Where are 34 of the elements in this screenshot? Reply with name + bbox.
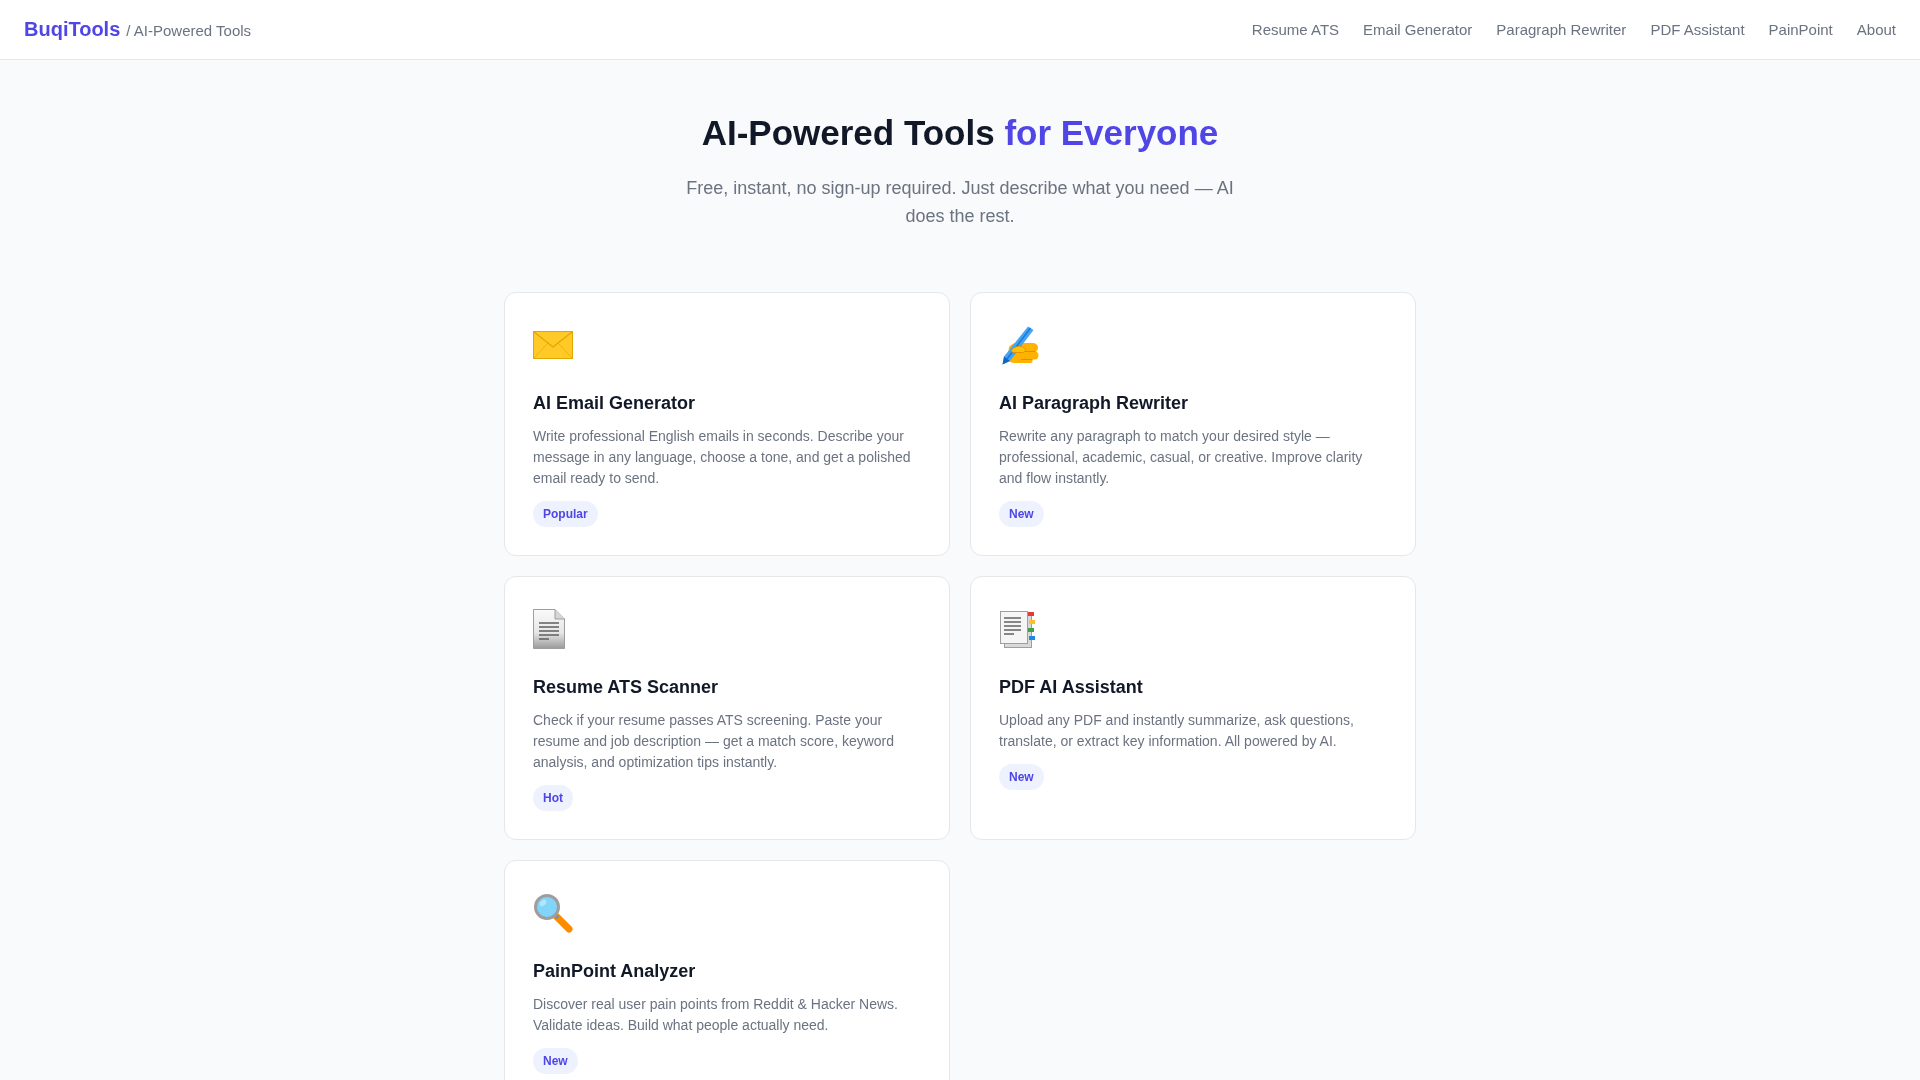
tool-description: Write professional English emails in seconds. Describe your message in any language, choose a tone, and get a polished email ready to send. xyxy=(533,427,912,488)
nav-link[interactable]: Email Generator xyxy=(1363,21,1473,38)
tool-title: PainPoint Analyzer xyxy=(533,960,697,983)
tool-title: Resume ATS Scanner xyxy=(533,676,720,699)
tool-card[interactable]: PainPoint Analyzer Discover real user pain points from Reddit & Hacker News. Validate ideas. Build what people actually need. New xyxy=(504,860,950,1080)
nav-link[interactable]: PainPoint xyxy=(1768,21,1833,38)
tool-card[interactable]: PDF AI Assistant Upload any PDF and instantly summarize, ask questions, translate, or extract key information. All powered by AI. New xyxy=(970,576,1416,840)
tool-badge: New xyxy=(999,764,1044,790)
nav-link[interactable]: About xyxy=(1856,21,1896,38)
tool-badge: New xyxy=(533,1048,578,1074)
tool-description: Rewrite any paragraph to match your desired style — professional, academic, casual, or creative. Improve clarity and flow instantly. xyxy=(999,427,1364,488)
tool-card[interactable]: Resume ATS Scanner Check if your resume passes ATS screening. Paste your resume and job description — get a match score, keyword analysis, and optimization tips instantly. Hot xyxy=(504,576,950,840)
tool-description: Upload any PDF and instantly summarize, ask questions, translate, or extract key information. All powered by AI. xyxy=(999,711,1355,751)
tool-title: AI Email Generator xyxy=(533,392,697,415)
hero-title: AI-Powered Tools for Everyone xyxy=(701,112,1219,154)
tool-description: Check if your resume passes ATS screening. Paste your resume and job description — get a match score, keyword analysis, and optimization tips instantly. xyxy=(533,711,896,772)
tool-title: PDF AI Assistant xyxy=(999,676,1144,699)
tool-badge: New xyxy=(999,501,1044,527)
nav-link[interactable]: Paragraph Rewriter xyxy=(1496,21,1627,38)
tool-description: Discover real user pain points from Reddit & Hacker News. Validate ideas. Build what people actually need. xyxy=(533,995,899,1035)
envelope-icon xyxy=(533,331,573,359)
nav-link[interactable]: Resume ATS xyxy=(1251,21,1340,38)
tool-badge: Popular xyxy=(533,501,598,527)
tool-card[interactable]: AI Email Generator Write professional English emails in seconds. Describe your message in any language, choose a tone, and get a polished email ready to send. Popular xyxy=(504,292,950,556)
tool-badge: Hot xyxy=(533,785,573,811)
magnifier-icon xyxy=(533,893,573,933)
document-icon xyxy=(533,609,565,649)
writing-hand-icon xyxy=(999,325,1039,365)
nav-link[interactable]: PDF Assistant xyxy=(1650,21,1745,38)
tool-card[interactable]: AI Paragraph Rewriter Rewrite any paragraph to match your desired style — professional, academic, casual, or creative. Improve clarity and flow instantly. New xyxy=(970,292,1416,556)
tool-title: AI Paragraph Rewriter xyxy=(999,392,1190,415)
logo-link[interactable]: BuqiTools xyxy=(24,18,121,41)
hero-subtitle: Free, instant, no sign-up required. Just describe what you need — AI does the rest. xyxy=(685,177,1235,228)
site-tagline: / AI-Powered Tools xyxy=(126,22,252,39)
